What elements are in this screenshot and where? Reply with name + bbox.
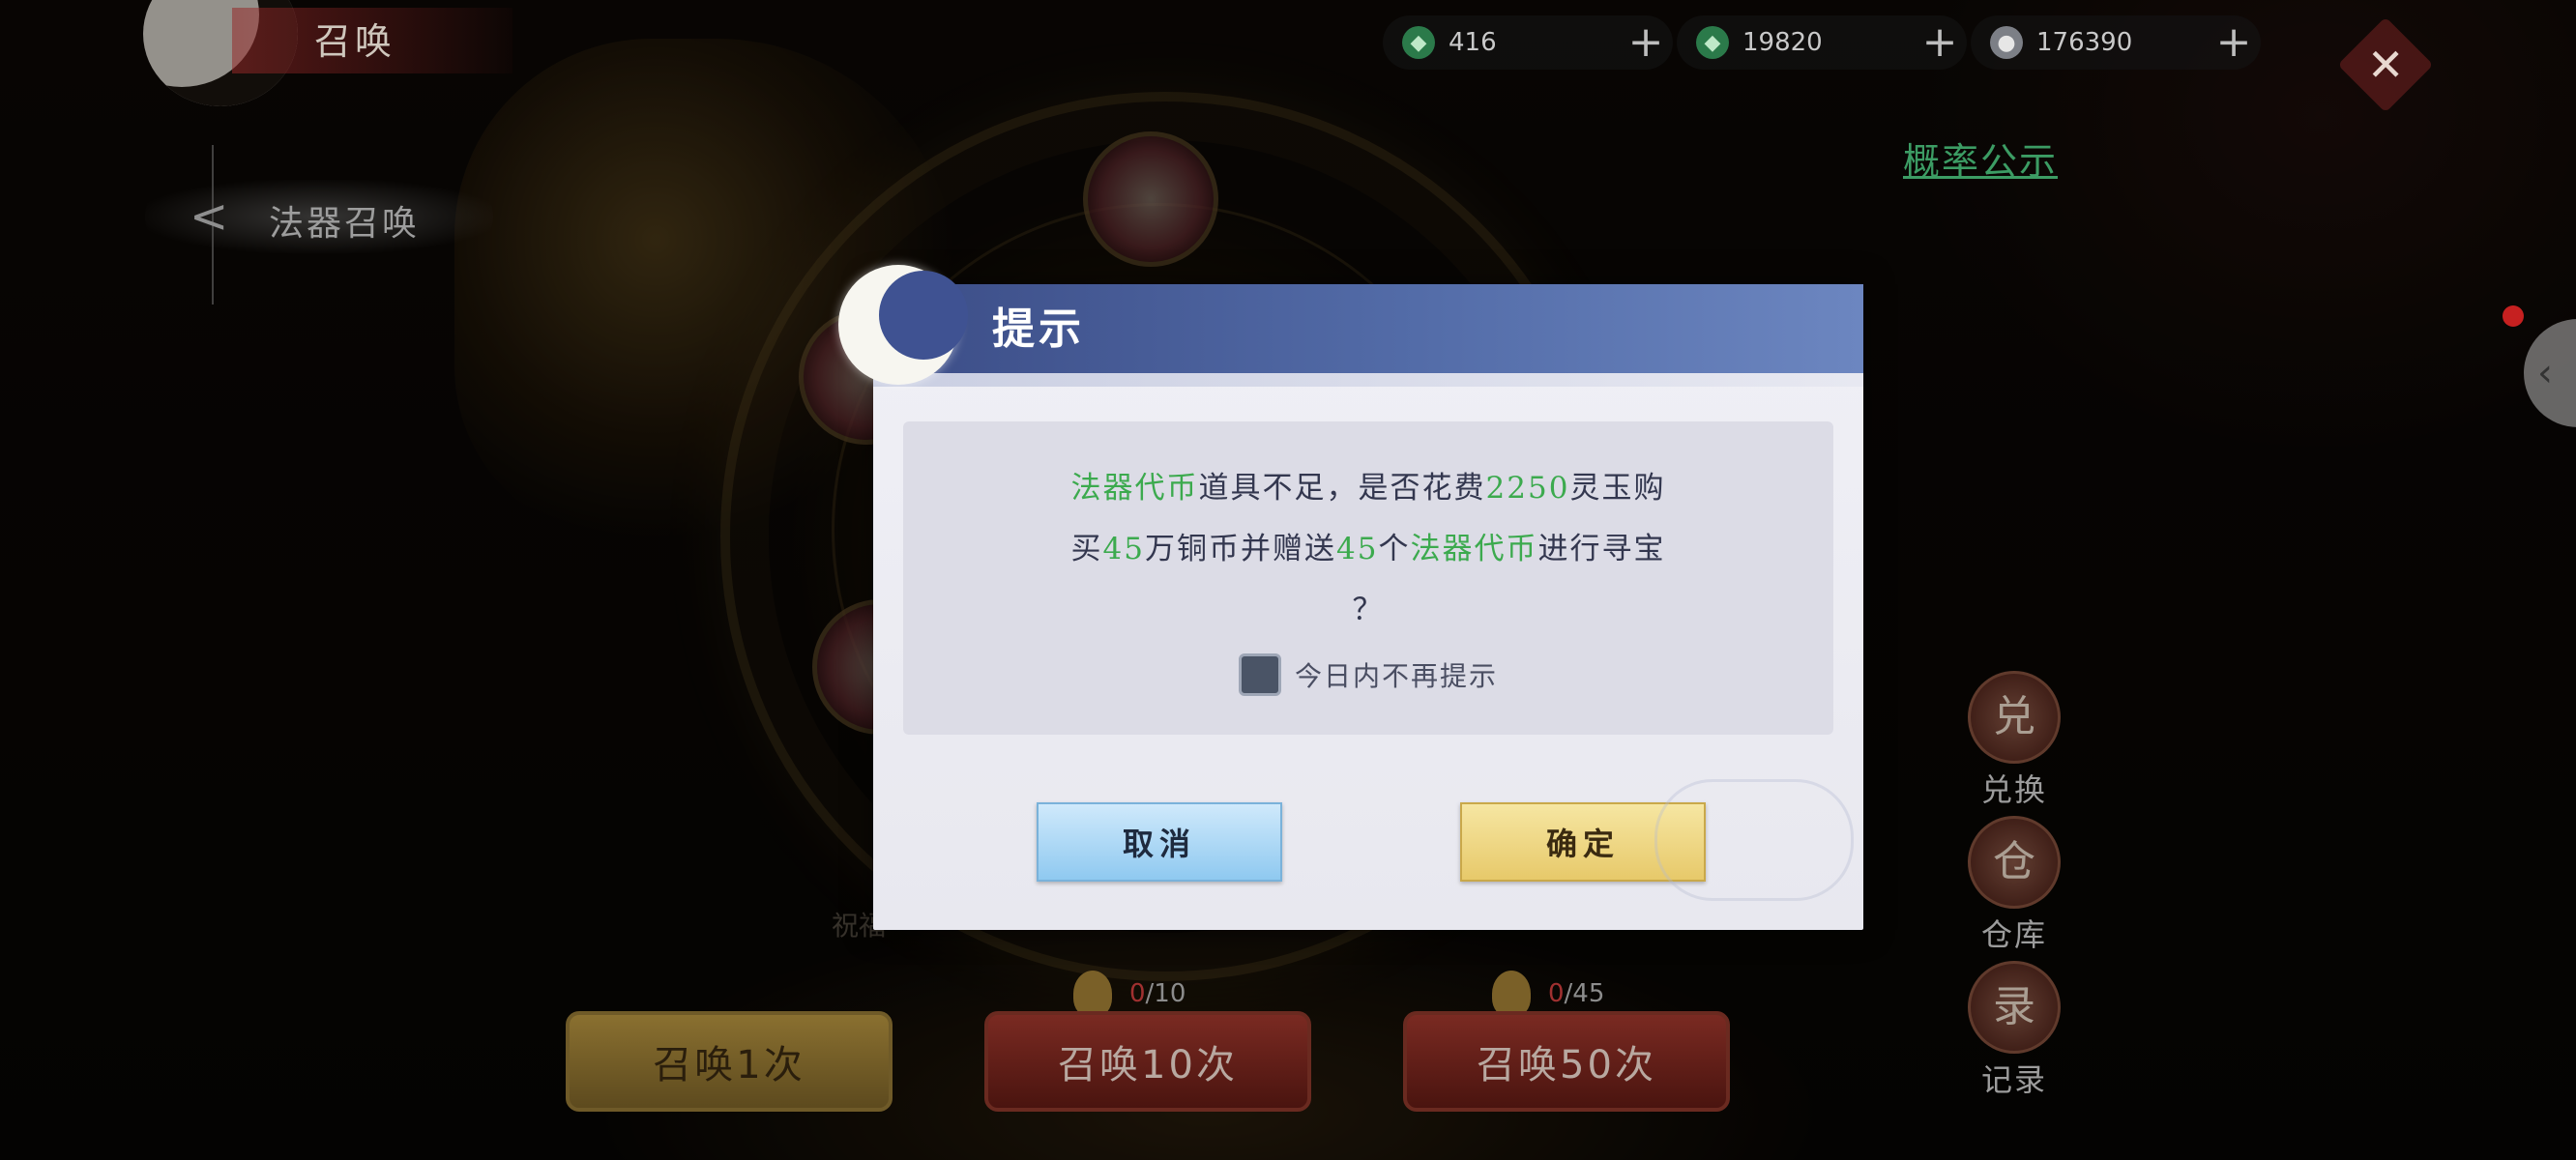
currency-jade-bound: ◆ 19820 + — [1677, 15, 1967, 70]
highlight-text: 45 — [1102, 532, 1145, 566]
dialog-title: 提示 — [992, 304, 1085, 354]
record-icon: 录 — [1968, 961, 2061, 1054]
dont-remind-row: 今日内不再提示 — [903, 653, 1833, 696]
dialog-header-stripe — [873, 373, 1863, 387]
dialog-message: 法器代币道具不足，是否花费2250灵玉购 买45万铜币并赠送45个法器代币进行寻… — [903, 458, 1833, 641]
jade-icon: ◆ — [1402, 26, 1435, 59]
dont-remind-label: 今日内不再提示 — [1294, 660, 1498, 692]
sidebar-item-label: 法器召唤 — [269, 204, 421, 244]
dialog-message-panel: 法器代币道具不足，是否花费2250灵玉购 买45万铜币并赠送45个法器代币进行寻… — [903, 421, 1833, 735]
summon-fifty-counter: 0 /45 — [1492, 971, 1604, 1017]
warehouse-label: 仓库 — [1980, 916, 2047, 953]
counter-current: 0 — [1548, 979, 1565, 1008]
record-label: 记录 — [1980, 1061, 2047, 1098]
highlight-text: 45 — [1336, 532, 1379, 566]
message-text: 个 — [1378, 532, 1411, 566]
highlight-text: 法器代币 — [1410, 532, 1538, 566]
add-currency-button[interactable]: + — [1619, 15, 1673, 70]
summon-ten-button[interactable]: 召唤10次 — [984, 1011, 1311, 1112]
counter-current: 0 — [1129, 979, 1146, 1008]
warehouse-button[interactable]: 仓 仓库 — [1956, 816, 2072, 955]
add-currency-button[interactable]: + — [1913, 15, 1967, 70]
currency-value: 19820 — [1742, 28, 1823, 57]
page-title: 召唤 — [314, 20, 396, 63]
lucky-bag-icon — [1492, 971, 1531, 1017]
currency-coin: ● 176390 + — [1971, 15, 2261, 70]
add-currency-button[interactable]: + — [2207, 15, 2261, 70]
warehouse-icon: 仓 — [1968, 816, 2061, 909]
currency-jade: ◆ 416 + — [1383, 15, 1673, 70]
message-text: 万铜币并赠送 — [1145, 532, 1336, 566]
summon-ten-counter: 0 /10 — [1073, 971, 1186, 1017]
exchange-icon: 兑 — [1968, 671, 2061, 764]
lucky-bag-icon — [1073, 971, 1112, 1017]
message-line: 法器代币道具不足，是否花费2250灵玉购 — [903, 458, 1833, 519]
highlight-text: 法器代币 — [1070, 471, 1199, 506]
highlight-text: 2250 — [1485, 471, 1570, 506]
message-text: 灵玉购 — [1569, 471, 1666, 506]
chevron-left-icon: ‹ — [2537, 351, 2553, 395]
close-icon: ✕ — [2366, 38, 2405, 91]
message-text: 道具不足，是否花费 — [1198, 471, 1486, 506]
exchange-button[interactable]: 兑 兑换 — [1956, 671, 2072, 810]
counter-total: /10 — [1145, 979, 1186, 1008]
message-line: ？ — [1352, 593, 1385, 627]
jade-icon: ◆ — [1696, 26, 1729, 59]
summon-fifty-button[interactable]: 召唤50次 — [1403, 1011, 1730, 1112]
currency-value: 176390 — [2036, 28, 2133, 57]
message-text: 买 — [1070, 532, 1103, 566]
cloud-swirl-decoration — [1654, 779, 1854, 901]
notification-dot — [2503, 305, 2524, 327]
message-line: 买45万铜币并赠送45个法器代币进行寻宝 — [903, 519, 1833, 580]
message-text: 进行寻宝 — [1537, 532, 1666, 566]
confirm-dialog: 提示 法器代币道具不足，是否花费2250灵玉购 买45万铜币并赠送45个法器代币… — [838, 265, 1863, 930]
dont-remind-checkbox[interactable] — [1238, 653, 1281, 696]
moon-icon — [838, 265, 968, 385]
exchange-label: 兑换 — [1980, 771, 2047, 808]
probability-link[interactable]: 概率公示 — [1903, 131, 2058, 185]
counter-total: /45 — [1564, 979, 1605, 1008]
sidebar-arrow-icon: < — [190, 189, 229, 244]
cancel-button[interactable]: 取消 — [1037, 802, 1282, 882]
coin-icon: ● — [1990, 26, 2023, 59]
record-button[interactable]: 录 记录 — [1956, 961, 2072, 1100]
currency-value: 416 — [1449, 28, 1497, 57]
summon-once-button[interactable]: 召唤1次 — [566, 1011, 893, 1112]
